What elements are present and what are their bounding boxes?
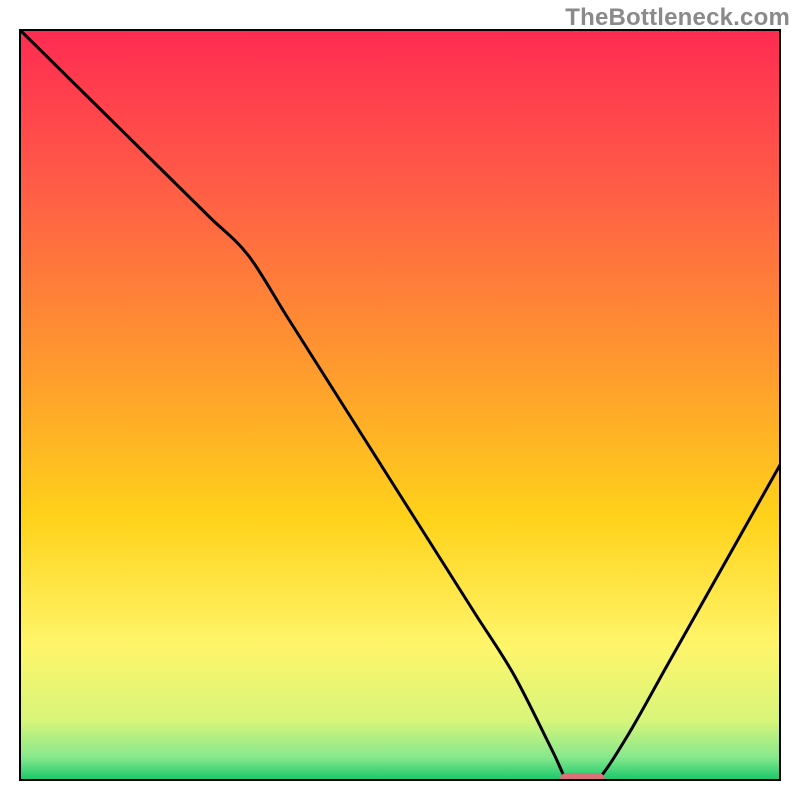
chart-container: TheBottleneck.com [0,0,800,800]
plot-area [20,30,780,787]
watermark-text: TheBottleneck.com [565,4,790,32]
bottleneck-chart [0,0,800,800]
